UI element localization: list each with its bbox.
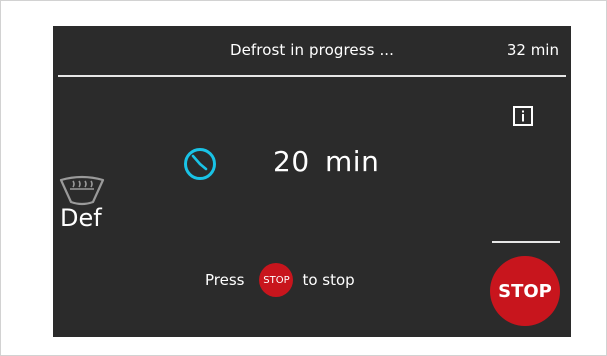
info-icon bbox=[522, 110, 524, 122]
header-divider bbox=[58, 75, 566, 77]
stop-hint: Press STOP to stop bbox=[205, 263, 355, 297]
clock-icon bbox=[184, 148, 216, 180]
page-frame: Defrost in progress ... 32 min 20 min De… bbox=[0, 0, 607, 356]
program-label: Def bbox=[60, 204, 102, 232]
stop-hint-badge: STOP bbox=[259, 263, 294, 297]
stop-hint-suffix: to stop bbox=[302, 271, 355, 289]
status-title: Defrost in progress ... bbox=[229, 41, 395, 59]
defrost-icon bbox=[59, 175, 105, 206]
info-button[interactable] bbox=[513, 106, 533, 126]
remaining-time: 32 min bbox=[506, 41, 559, 59]
stop-hint-prefix: Press bbox=[205, 271, 245, 289]
timer-value: 20 min bbox=[273, 145, 380, 178]
appliance-display: Defrost in progress ... 32 min 20 min De… bbox=[53, 26, 571, 337]
side-divider bbox=[492, 241, 560, 243]
stop-button[interactable]: STOP bbox=[490, 256, 560, 326]
